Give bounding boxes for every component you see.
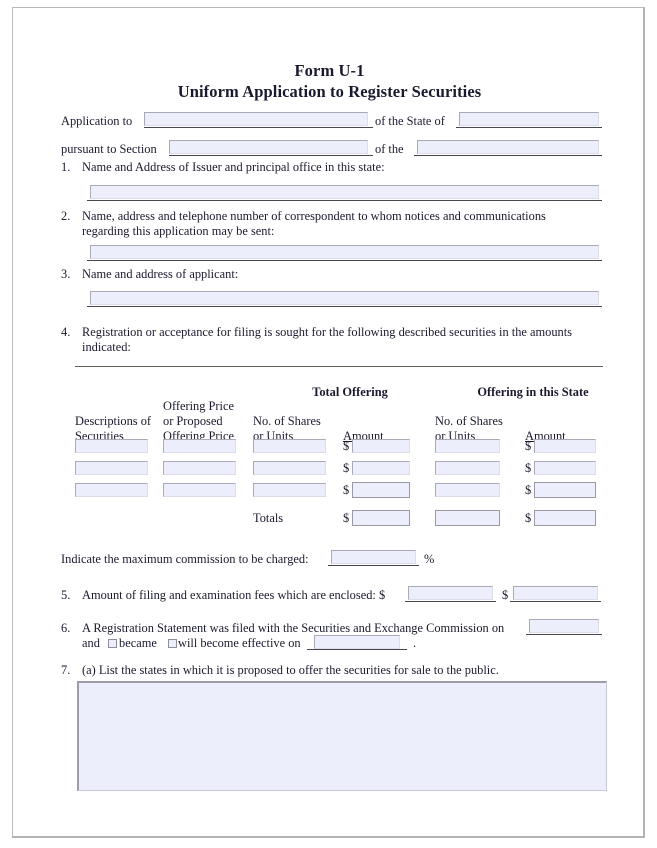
item-2-label-line2: regarding this application may be sent: [82,224,275,238]
table-col-header-3-line2: No. of Shares [253,414,321,428]
rule-application-to [144,127,373,128]
item-2-number: 2. [61,209,71,223]
item-7-label: (a) List the states in which it is propo… [82,663,499,677]
item-7-number: 7. [61,663,71,677]
rule-section [169,155,373,156]
item-4-number: 4. [61,325,71,339]
item-1-label: Name and Address of Issuer and principal… [82,160,385,174]
label-pursuant-to-section: pursuant to Section [61,142,157,156]
item-6-will-become-label: will become effective on [178,636,301,650]
label-application-to: Application to [61,114,133,128]
table-row-3-total-amount-dollar: $ [343,483,350,497]
table-row-1-total-amount-dollar: $ [343,439,350,453]
section-divider-rule [75,366,603,367]
table-group-header-offering-in-state: Offering in this State [477,385,589,399]
page-sheet: Form U-1 Uniform Application to Register… [12,7,645,838]
table-row-1-state-amount[interactable] [534,439,596,453]
item-4-label-line1: Registration or acceptance for filing is… [82,325,572,339]
rule-act [414,155,602,156]
table-col-header-5-line2: No. of Shares [435,414,503,428]
item-1-number: 1. [61,160,71,174]
input-filing-fee-2[interactable] [513,586,598,600]
item-5-number: 5. [61,588,71,602]
table-totals-label: Totals [253,511,284,525]
item-2-label-line1: Name, address and telephone number of co… [82,209,546,223]
label-of-the-state-of: of the State of [375,114,445,128]
table-totals-total-amount-dollar: $ [343,511,350,525]
item-5-label: Amount of filing and examination fees wh… [82,588,386,602]
rule-sec-filed-date [526,634,602,635]
item-4-label-line2: indicated: [82,340,131,354]
input-correspondent[interactable] [90,245,599,259]
table-totals-state-shares[interactable] [435,510,500,526]
rule-effective-date [307,649,407,650]
table-col-header-1-line2: Descriptions of [75,414,152,428]
rule-issuer [87,200,602,201]
page-title-form-name: Uniform Application to Register Securiti… [177,82,482,101]
rule-applicant [87,306,602,307]
input-maximum-commission[interactable] [331,550,416,564]
table-group-header-total-offering: Total Offering [312,385,388,399]
input-filing-fee-1[interactable] [408,586,493,600]
table-row-2-state-shares[interactable] [435,461,500,475]
label-maximum-commission: Indicate the maximum commission to be ch… [61,552,309,566]
table-row-1-state-shares[interactable] [435,439,500,453]
table-row-1-state-amount-dollar: $ [525,439,532,453]
label-percent-sign: % [424,552,435,566]
input-effective-date[interactable] [314,635,400,649]
table-row-2-state-amount[interactable] [534,461,596,475]
item-3-label: Name and address of applicant: [82,267,239,281]
input-act[interactable] [417,140,599,154]
table-row-2-offering-price[interactable] [163,461,236,475]
table-row-1-total-amount[interactable] [352,439,410,453]
table-col-header-2-line1: Offering Price [163,399,234,413]
table-totals-state-amount-dollar: $ [525,511,532,525]
input-issuer-name-address[interactable] [90,185,599,199]
textarea-states-list[interactable] [77,681,607,791]
table-row-2-total-amount[interactable] [352,461,410,475]
input-application-to[interactable] [144,112,368,126]
table-row-2-state-amount-dollar: $ [525,461,532,475]
table-row-2-total-amount-dollar: $ [343,461,350,475]
page-content: Form U-1 Uniform Application to Register… [13,8,646,839]
item-6-became-label: became [119,636,157,650]
table-row-3-total-shares[interactable] [253,483,326,497]
table-row-2-total-shares[interactable] [253,461,326,475]
item-6-and-label: and [82,636,100,650]
table-row-2-description[interactable] [75,461,148,475]
rule-maximum-commission [328,565,419,566]
checkbox-will-become-effective[interactable] [168,639,177,648]
item-5-dollar-sign-2: $ [502,588,509,602]
table-row-1-total-shares[interactable] [253,439,326,453]
item-6-label-line1: A Registration Statement was filed with … [82,621,505,635]
table-col-header-2-line2: or Proposed [163,414,223,428]
input-section[interactable] [169,140,368,154]
item-6-period: . [413,636,417,650]
table-row-3-description[interactable] [75,483,148,497]
table-row-3-offering-price[interactable] [163,483,236,497]
table-totals-total-amount[interactable] [352,510,410,526]
table-totals-state-amount[interactable] [534,510,596,526]
table-row-3-state-amount-dollar: $ [525,483,532,497]
item-6-number: 6. [61,621,71,635]
table-row-3-state-shares[interactable] [435,483,500,497]
table-row-1-description[interactable] [75,439,148,453]
table-row-3-total-amount[interactable] [352,482,410,498]
label-of-the: of the [375,142,404,156]
table-row-1-offering-price[interactable] [163,439,236,453]
rule-state [456,127,602,128]
input-state[interactable] [459,112,599,126]
checkbox-became-effective[interactable] [108,639,117,648]
item-3-number: 3. [61,267,71,281]
input-applicant[interactable] [90,291,599,305]
table-row-3-state-amount[interactable] [534,482,596,498]
rule-correspondent [87,260,602,261]
rule-filing-fee-1 [405,601,496,602]
page-title-form-number: Form U-1 [294,61,365,80]
input-sec-filed-date[interactable] [529,619,599,633]
rule-filing-fee-2 [510,601,601,602]
